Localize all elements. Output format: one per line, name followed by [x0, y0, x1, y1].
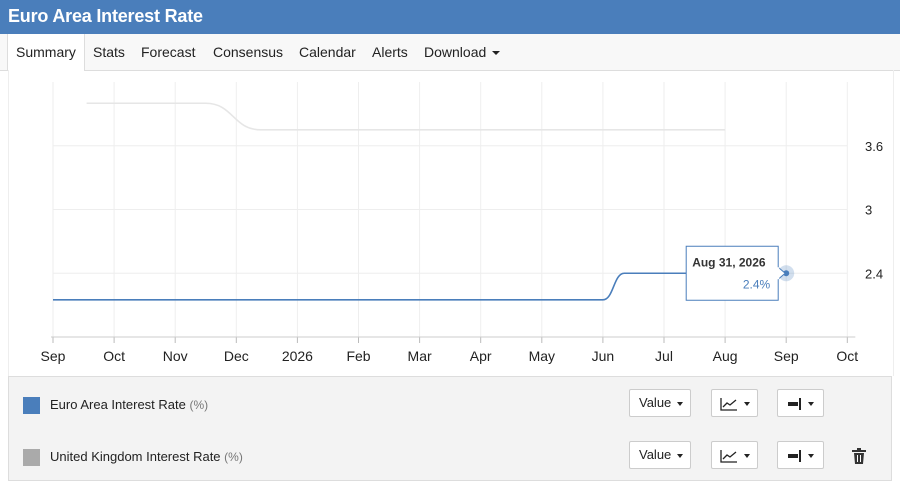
tab-download-label: Download: [424, 44, 487, 60]
y-tick-label: 2.4: [865, 266, 883, 281]
series-name: Euro Area Interest Rate: [50, 397, 186, 412]
y-axis: 2.4 3 3.6: [865, 139, 883, 282]
chart-type-dropdown[interactable]: [711, 389, 758, 417]
chevron-down-icon: [744, 453, 750, 458]
tooltip-pointer-mask: [777, 267, 780, 280]
chart-area: Sep Oct Nov Dec 2026 Feb Mar Apr May Jun Jul Aug Sep…: [8, 70, 894, 376]
x-tick-label: 2026: [282, 348, 313, 364]
y-tick-label: 3.6: [865, 139, 883, 154]
series-unit: (%): [224, 450, 243, 464]
chevron-down-icon: [808, 453, 814, 458]
tab-bar: Summary Stats Forecast Consensus Calenda…: [0, 34, 900, 71]
tooltip-value: 2.4%: [743, 277, 771, 291]
legend-row-united-kingdom: United Kingdom Interest Rate (%) Value: [9, 429, 891, 481]
series-name: United Kingdom Interest Rate: [50, 449, 221, 464]
tab-calendar[interactable]: Calendar: [299, 34, 356, 70]
value-dropdown[interactable]: Value: [629, 389, 691, 417]
x-tick-label: Feb: [346, 348, 370, 364]
delete-series-icon[interactable]: [852, 448, 866, 464]
x-tick-label: Jul: [655, 348, 673, 364]
tab-download[interactable]: Download: [424, 34, 501, 70]
value-dropdown[interactable]: Value: [629, 441, 691, 469]
tab-alerts[interactable]: Alerts: [372, 34, 408, 70]
chevron-down-icon: [677, 401, 684, 406]
x-tick-label: Jun: [592, 348, 615, 364]
value-dropdown-label: Value: [639, 395, 672, 410]
chevron-down-icon: [808, 401, 814, 406]
axis-right-icon: [788, 449, 801, 462]
axis-side-dropdown[interactable]: [777, 441, 824, 469]
chevron-down-icon: [492, 51, 501, 56]
line-chart-icon: [720, 449, 737, 463]
series-label[interactable]: Euro Area Interest Rate (%): [50, 397, 208, 412]
tab-consensus[interactable]: Consensus: [213, 34, 283, 70]
x-tick-label: May: [529, 348, 555, 364]
axis-side-dropdown[interactable]: [777, 389, 824, 417]
series-color-swatch[interactable]: [23, 449, 40, 466]
axis-right-icon: [788, 397, 801, 410]
x-axis: Sep Oct Nov Dec 2026 Feb Mar Apr May Jun Jul Aug Sep…: [41, 336, 858, 364]
x-tick-label: Sep: [41, 348, 66, 364]
x-tick-label: Dec: [224, 348, 249, 364]
chevron-down-icon: [677, 453, 684, 458]
legend-panel: Euro Area Interest Rate (%) Value United…: [8, 376, 892, 481]
value-dropdown-label: Value: [639, 447, 672, 462]
title-bar: Euro Area Interest Rate: [0, 0, 900, 34]
x-tick-label: Mar: [408, 348, 432, 364]
chart-type-dropdown[interactable]: [711, 441, 758, 469]
tab-stats[interactable]: Stats: [93, 34, 125, 70]
x-tick-label: Nov: [163, 348, 188, 364]
series-line: [86, 102, 726, 131]
x-tick-label: Oct: [103, 348, 125, 364]
series-label[interactable]: United Kingdom Interest Rate (%): [50, 449, 243, 464]
x-tick-label: Aug: [713, 348, 738, 364]
tooltip-date: Aug 31, 2026: [692, 255, 766, 269]
page-title: Euro Area Interest Rate: [8, 6, 203, 26]
y-tick-label: 3: [865, 203, 872, 218]
line-chart-icon: [720, 397, 737, 411]
chevron-down-icon: [744, 401, 750, 406]
series-color-swatch[interactable]: [23, 397, 40, 414]
chart-tooltip: Aug 31, 2026 2.4%: [685, 245, 795, 301]
tab-forecast[interactable]: Forecast: [141, 34, 195, 70]
line-chart[interactable]: Sep Oct Nov Dec 2026 Feb Mar Apr May Jun Jul Aug Sep…: [9, 70, 893, 376]
tab-summary[interactable]: Summary: [7, 34, 85, 71]
x-tick-label: Apr: [470, 348, 492, 364]
legend-row-euro-area: Euro Area Interest Rate (%) Value: [9, 377, 891, 429]
x-tick-label: Sep: [774, 348, 799, 364]
series-unit: (%): [189, 398, 209, 412]
x-tick-label: Oct: [836, 348, 858, 364]
